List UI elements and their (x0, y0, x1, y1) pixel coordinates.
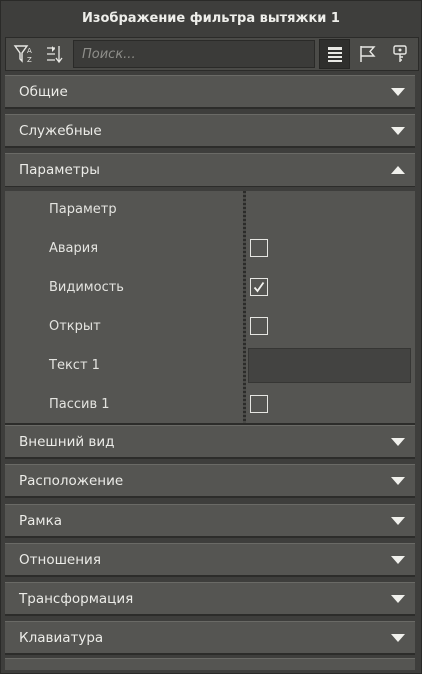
svg-text:A: A (27, 47, 32, 55)
next-section-edge (5, 658, 415, 670)
list-view-button[interactable] (319, 39, 350, 69)
param-row-text1: Текст 1 (5, 347, 415, 386)
filter-button[interactable]: A Z (8, 39, 39, 69)
section-service[interactable]: Служебные (5, 114, 415, 148)
section-relations[interactable]: Отношения (5, 543, 415, 577)
section-keyboard[interactable]: Клавиатура (5, 621, 415, 655)
param-row-open: Открыт (5, 308, 415, 347)
param-row-visibility: Видимость (5, 269, 415, 308)
panel-title: Изображение фильтра вытяжки 1 (82, 10, 340, 26)
section-label: Параметры (19, 162, 100, 178)
section-frame[interactable]: Рамка (5, 504, 415, 538)
param-label: Авария (49, 241, 99, 256)
section-label: Клавиатура (19, 630, 104, 646)
open-checkbox[interactable] (250, 317, 268, 335)
section-appearance[interactable]: Внешний вид (5, 425, 415, 459)
section-label: Общие (19, 84, 68, 100)
section-label: Трансформация (19, 591, 134, 607)
svg-text:Z: Z (27, 56, 32, 64)
alarm-checkbox[interactable] (250, 239, 268, 257)
section-parameters[interactable]: Параметры (5, 153, 415, 187)
properties-panel: Изображение фильтра вытяжки 1 A Z Поиск.… (0, 0, 422, 674)
section-general[interactable]: Общие (5, 75, 415, 109)
chevron-down-icon (391, 88, 405, 96)
parameters-grid: Параметр Авария Видимость Открыт Текст 1… (5, 191, 415, 425)
text1-field[interactable] (248, 348, 411, 383)
key-button[interactable] (384, 39, 415, 69)
section-label: Рамка (19, 513, 63, 529)
flag-icon (358, 44, 378, 64)
param-label: Пассив 1 (49, 397, 110, 412)
chevron-down-icon (391, 595, 405, 603)
chevron-down-icon (391, 634, 405, 642)
flag-button[interactable] (352, 39, 383, 69)
param-row-alarm: Авария (5, 230, 415, 269)
chevron-down-icon (391, 477, 405, 485)
chevron-down-icon (391, 438, 405, 446)
parameters-header-row: Параметр (5, 191, 415, 230)
param-row-passive1: Пассив 1 (5, 386, 415, 425)
visibility-checkbox[interactable] (250, 278, 268, 296)
passive1-checkbox[interactable] (250, 395, 268, 413)
parameter-column-header: Параметр (49, 202, 117, 217)
search-input[interactable] (73, 40, 315, 68)
key-icon (391, 44, 409, 64)
section-layout[interactable]: Расположение (5, 464, 415, 498)
chevron-up-icon (391, 166, 405, 174)
param-label: Текст 1 (49, 358, 100, 373)
chevron-down-icon (391, 517, 405, 525)
sort-button[interactable] (40, 39, 71, 69)
sort-icon (45, 44, 67, 64)
chevron-down-icon (391, 127, 405, 135)
chevron-down-icon (391, 556, 405, 564)
section-label: Служебные (19, 123, 102, 139)
section-label: Расположение (19, 473, 124, 489)
section-label: Отношения (19, 552, 101, 568)
section-transformation[interactable]: Трансформация (5, 582, 415, 616)
checkmark-icon (253, 281, 265, 293)
section-label: Внешний вид (19, 434, 115, 450)
toolbar: A Z (5, 37, 419, 71)
param-label: Открыт (49, 319, 101, 334)
filter-icon: A Z (13, 44, 35, 64)
list-view-icon (326, 45, 344, 63)
param-label: Видимость (49, 280, 124, 295)
